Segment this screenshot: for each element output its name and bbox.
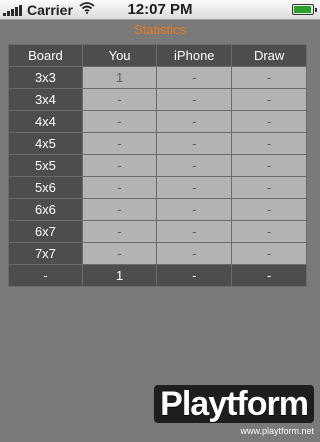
totals-iphone: - — [156, 264, 233, 287]
cell-iphone: - — [156, 176, 233, 199]
watermark-word: Playtform — [154, 385, 314, 423]
row-board: 6x6 — [8, 198, 83, 221]
table-header-row: Board You iPhone Draw — [8, 44, 307, 67]
table-row: 5x6 - - - — [8, 176, 307, 199]
cell-you: - — [81, 242, 158, 265]
cell-iphone: - — [156, 220, 233, 243]
battery-icon — [292, 4, 317, 15]
cell-draw: - — [231, 110, 307, 133]
cell-draw: - — [231, 154, 307, 177]
watermark-logo: Playtform www.playtform.net — [154, 385, 314, 436]
row-board: 4x4 — [8, 110, 83, 133]
table-row: 4x5 - - - — [8, 132, 307, 155]
cell-you: - — [81, 154, 158, 177]
cell-draw: - — [231, 198, 307, 221]
totals-draw: - — [231, 264, 307, 287]
totals-board: - — [8, 264, 83, 287]
cell-iphone: - — [156, 154, 233, 177]
totals-you: 1 — [81, 264, 158, 287]
cell-iphone: - — [156, 198, 233, 221]
cell-iphone: - — [156, 88, 233, 111]
row-board: 7x7 — [8, 242, 83, 265]
table-row: 6x7 - - - — [8, 220, 307, 243]
row-board: 5x6 — [8, 176, 83, 199]
cell-you: - — [81, 132, 158, 155]
row-board: 6x7 — [8, 220, 83, 243]
header-draw: Draw — [231, 44, 307, 67]
statistics-table: Board You iPhone Draw 3x3 1 - - 3x4 - - … — [8, 44, 307, 287]
cell-you: - — [81, 220, 158, 243]
cell-iphone: - — [156, 110, 233, 133]
cell-iphone: - — [156, 242, 233, 265]
cell-draw: - — [231, 176, 307, 199]
cell-iphone: - — [156, 66, 233, 89]
table-row: 4x4 - - - — [8, 110, 307, 133]
row-board: 3x4 — [8, 88, 83, 111]
header-iphone: iPhone — [156, 44, 233, 67]
cell-draw: - — [231, 66, 307, 89]
cell-iphone: - — [156, 132, 233, 155]
cell-you: - — [81, 88, 158, 111]
row-board: 5x5 — [8, 154, 83, 177]
table-row: 6x6 - - - — [8, 198, 307, 221]
cell-draw: - — [231, 242, 307, 265]
status-time: 12:07 PM — [127, 1, 193, 18]
cell-you: - — [81, 198, 158, 221]
header-you: You — [81, 44, 158, 67]
table-row: 3x4 - - - — [8, 88, 307, 111]
cell-draw: - — [231, 132, 307, 155]
cell-you: 1 — [81, 66, 158, 89]
table-row: 3x3 1 - - — [8, 66, 307, 89]
status-bar: Carrier 12:07 PM — [0, 0, 320, 20]
table-row: 7x7 - - - — [8, 242, 307, 265]
table-row: 5x5 - - - — [8, 154, 307, 177]
page-title: Statistics — [133, 22, 186, 37]
totals-row: - 1 - - — [8, 264, 307, 287]
header-board: Board — [8, 44, 83, 67]
cell-you: - — [81, 110, 158, 133]
cell-draw: - — [231, 88, 307, 111]
row-board: 4x5 — [8, 132, 83, 155]
watermark-url: www.playtform.net — [240, 426, 314, 436]
cell-you: - — [81, 176, 158, 199]
cell-draw: - — [231, 220, 307, 243]
row-board: 3x3 — [8, 66, 83, 89]
